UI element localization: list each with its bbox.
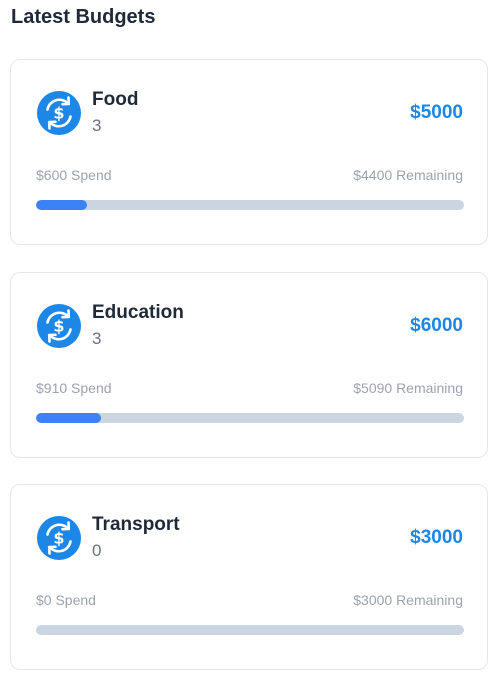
budget-amount: $6000 <box>410 315 463 336</box>
budget-progress-bar <box>36 625 464 635</box>
budget-amount: $5000 <box>410 102 463 123</box>
budget-progress-fill <box>36 200 88 210</box>
budget-remaining: $4400 Remaining <box>353 167 463 183</box>
budget-progress-bar <box>36 200 464 210</box>
budget-spend: $0 Spend <box>36 592 96 608</box>
budget-item-count: 3 <box>92 116 102 135</box>
dollar-exchange-icon: $ <box>36 303 82 349</box>
budget-name: Education <box>92 302 184 323</box>
page-title: Latest Budgets <box>11 6 156 28</box>
budget-name: Food <box>92 89 139 110</box>
budget-card-transport[interactable]: $ Transport 0 $3000 $0 Spend $3000 Remai… <box>10 484 488 670</box>
dollar-exchange-icon: $ <box>36 515 82 561</box>
budget-card-food[interactable]: $ Food 3 $5000 $600 Spend $4400 Remainin… <box>10 59 488 245</box>
budget-item-count: 3 <box>92 329 102 348</box>
budget-name: Transport <box>92 514 180 535</box>
svg-text:$: $ <box>53 104 64 123</box>
budget-remaining: $5090 Remaining <box>353 380 463 396</box>
budget-progress-bar <box>36 413 464 423</box>
budget-card-education[interactable]: $ Education 3 $6000 $910 Spend $5090 Rem… <box>10 272 488 458</box>
budget-spend: $910 Spend <box>36 380 112 396</box>
svg-text:$: $ <box>53 317 64 336</box>
budget-progress-fill <box>36 413 102 423</box>
budget-remaining: $3000 Remaining <box>353 592 463 608</box>
budget-item-count: 0 <box>92 541 102 560</box>
svg-text:$: $ <box>53 529 64 548</box>
budget-amount: $3000 <box>410 527 463 548</box>
budget-spend: $600 Spend <box>36 167 112 183</box>
dollar-exchange-icon: $ <box>36 90 82 136</box>
